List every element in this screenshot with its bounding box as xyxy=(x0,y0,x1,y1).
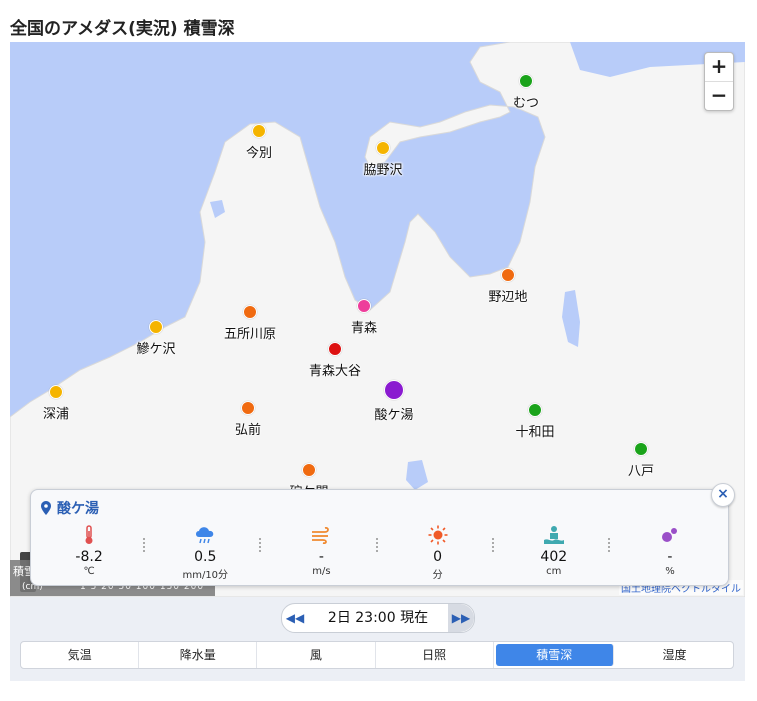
station-label: 青森大谷 xyxy=(308,364,361,379)
station-label: むつ xyxy=(512,96,539,111)
popup-close-button[interactable]: × xyxy=(711,483,735,507)
station-dot[interactable] xyxy=(49,385,63,399)
station-dot[interactable] xyxy=(519,74,533,88)
time-navigator: ◀◀ 2日 23:00 現在 ▶▶ xyxy=(281,603,475,633)
station-label: 今別 xyxy=(245,146,272,161)
page-title: 全国のアメダス(実況) 積雪深 xyxy=(10,19,235,39)
metric-wind: - m/s xyxy=(263,524,379,582)
zoom-in-button[interactable]: + xyxy=(705,53,733,81)
current-time: 2日 23:00 現在 xyxy=(327,610,429,626)
station-dot[interactable] xyxy=(384,380,404,400)
element-tabs: 気温 降水量 風 日照 積雪深 湿度 xyxy=(20,641,734,669)
station-dot[interactable] xyxy=(328,342,342,356)
zoom-out-button[interactable]: − xyxy=(705,81,733,110)
metric-snow-depth: 402 cm xyxy=(496,524,612,582)
station-label: 十和田 xyxy=(515,425,555,440)
station-dot[interactable] xyxy=(149,320,163,334)
metric-value: 0 xyxy=(433,549,443,565)
station-dot[interactable] xyxy=(252,124,266,138)
metric-value: 402 xyxy=(540,549,568,565)
station-dot[interactable] xyxy=(376,141,390,155)
station-label: 鰺ケ沢 xyxy=(136,342,176,357)
metric-sunshine: 0 分 xyxy=(380,524,496,582)
metric-unit: % xyxy=(665,566,675,577)
tab-temperature[interactable]: 気温 xyxy=(21,642,140,668)
popup-header: 酸ケ湯 xyxy=(41,498,99,519)
humidity-icon xyxy=(612,524,728,546)
station-dot[interactable] xyxy=(243,305,257,319)
tab-humidity[interactable]: 湿度 xyxy=(616,642,733,668)
station-dot[interactable] xyxy=(241,401,255,415)
popup-station-name: 酸ケ湯 xyxy=(57,501,99,517)
station-label: 弘前 xyxy=(234,423,261,438)
popup-metrics: -8.2 ℃ 0.5 mm/10分 - m/s 0 分 402 cm - % xyxy=(31,524,728,582)
metric-humidity: - % xyxy=(612,524,728,582)
prev-time-button[interactable]: ◀◀ xyxy=(282,604,308,632)
metric-temperature: -8.2 ℃ xyxy=(31,524,147,582)
metric-unit: m/s xyxy=(312,566,331,577)
station-dot[interactable] xyxy=(528,403,542,417)
metric-value: - xyxy=(667,549,673,565)
snow-depth-icon xyxy=(496,524,612,546)
station-label: 酸ケ湯 xyxy=(374,408,414,423)
zoom-control: + − xyxy=(704,52,734,111)
wind-icon xyxy=(263,524,379,546)
metric-precipitation: 0.5 mm/10分 xyxy=(147,524,263,582)
station-label: 野辺地 xyxy=(488,290,528,305)
metric-unit: ℃ xyxy=(83,566,95,577)
station-dot[interactable] xyxy=(634,442,648,456)
metric-unit: mm/10分 xyxy=(182,570,229,581)
tab-sunshine[interactable]: 日照 xyxy=(376,642,494,668)
station-label: 脇野沢 xyxy=(363,163,403,178)
tab-wind[interactable]: 風 xyxy=(257,642,376,668)
rain-cloud-icon xyxy=(147,524,263,546)
bottom-panel: ◀◀ 2日 23:00 現在 ▶▶ 気温 降水量 風 日照 積雪深 湿度 xyxy=(10,597,745,681)
station-label: 深浦 xyxy=(42,407,69,422)
location-pin-icon xyxy=(41,501,51,519)
station-label: 青森 xyxy=(350,321,377,336)
station-label: 八戸 xyxy=(627,464,654,479)
station-dot[interactable] xyxy=(501,268,515,282)
metric-unit: 分 xyxy=(432,570,443,581)
sun-icon xyxy=(380,524,496,546)
thermometer-icon xyxy=(31,524,147,546)
station-dot[interactable] xyxy=(357,299,371,313)
tab-snow-depth[interactable]: 積雪深 xyxy=(495,644,614,666)
next-time-button[interactable]: ▶▶ xyxy=(448,604,474,632)
tab-precipitation[interactable]: 降水量 xyxy=(139,642,258,668)
station-popup: 酸ケ湯 -8.2 ℃ 0.5 mm/10分 - m/s 0 分 402 cm -… xyxy=(30,489,729,586)
station-dot[interactable] xyxy=(302,463,316,477)
metric-value: 0.5 xyxy=(194,549,217,565)
metric-unit: cm xyxy=(546,566,562,577)
metric-value: - xyxy=(318,549,324,565)
metric-value: -8.2 xyxy=(75,549,103,565)
